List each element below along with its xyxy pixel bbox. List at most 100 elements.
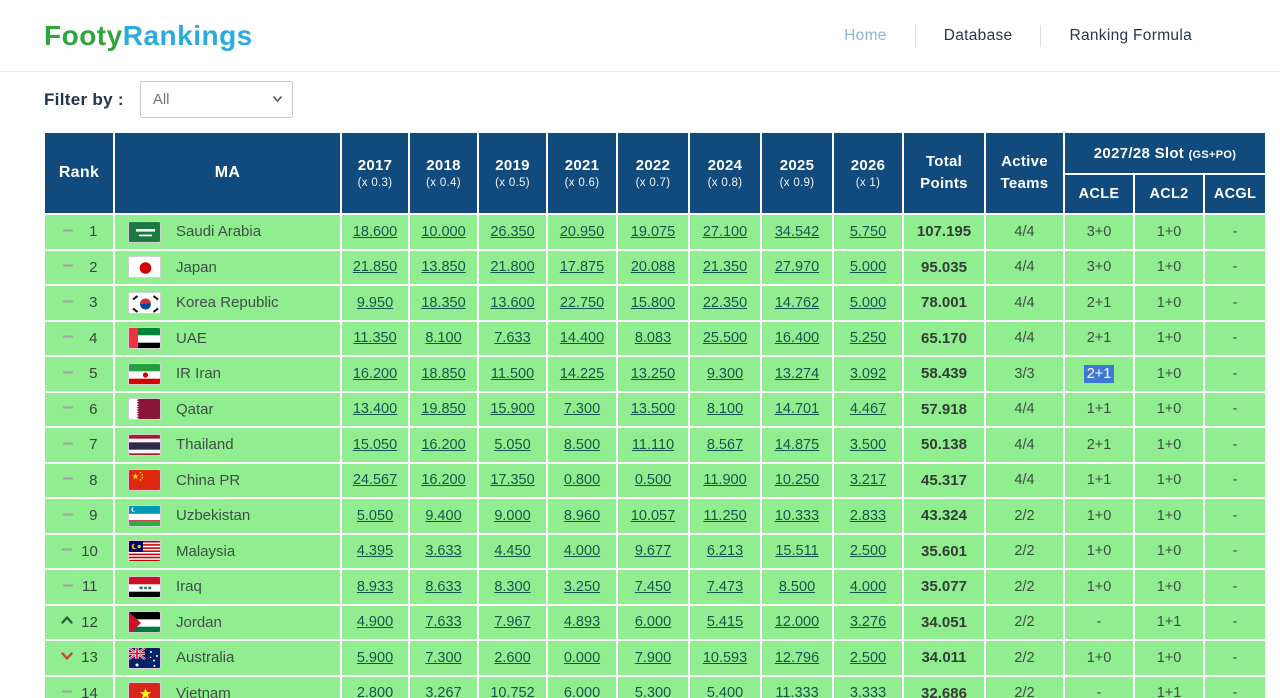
score-link[interactable]: 2.500 xyxy=(850,543,886,559)
score-link[interactable]: 0.000 xyxy=(564,650,600,666)
score-link[interactable]: 9.677 xyxy=(635,543,671,559)
score-link[interactable]: 0.500 xyxy=(635,472,671,488)
score-link[interactable]: 13.274 xyxy=(775,366,819,382)
score-link[interactable]: 7.300 xyxy=(425,650,461,666)
score-link[interactable]: 11.250 xyxy=(703,508,746,524)
score-link[interactable]: 16.200 xyxy=(421,472,465,488)
score-link[interactable]: 4.893 xyxy=(564,614,600,630)
score-link[interactable]: 4.450 xyxy=(494,543,530,559)
score-link[interactable]: 5.400 xyxy=(707,685,743,698)
score-link[interactable]: 4.000 xyxy=(564,543,600,559)
score-link[interactable]: 13.850 xyxy=(421,259,465,275)
score-link[interactable]: 20.088 xyxy=(631,259,675,275)
score-link[interactable]: 5.050 xyxy=(494,437,530,453)
score-link[interactable]: 10.333 xyxy=(775,508,819,524)
score-link[interactable]: 7.900 xyxy=(635,650,671,666)
score-link[interactable]: 7.633 xyxy=(494,330,530,346)
score-link[interactable]: 10.000 xyxy=(421,224,465,240)
score-link[interactable]: 9.950 xyxy=(357,295,393,311)
score-link[interactable]: 7.633 xyxy=(425,614,461,630)
score-link[interactable]: 14.762 xyxy=(775,295,819,311)
score-link[interactable]: 3.217 xyxy=(850,472,886,488)
score-link[interactable]: 11.110 xyxy=(632,437,674,453)
score-link[interactable]: 11.333 xyxy=(775,685,818,698)
score-link[interactable]: 22.350 xyxy=(703,295,747,311)
score-link[interactable]: 8.083 xyxy=(635,330,671,346)
score-link[interactable]: 27.100 xyxy=(703,224,747,240)
score-link[interactable]: 12.000 xyxy=(775,614,819,630)
score-link[interactable]: 34.542 xyxy=(775,224,819,240)
score-link[interactable]: 8.100 xyxy=(425,330,461,346)
score-link[interactable]: 4.395 xyxy=(357,543,393,559)
score-link[interactable]: 8.567 xyxy=(707,437,743,453)
nav-database[interactable]: Database xyxy=(916,21,1041,51)
score-link[interactable]: 6.213 xyxy=(707,543,743,559)
score-link[interactable]: 3.267 xyxy=(425,685,461,698)
score-link[interactable]: 5.300 xyxy=(635,685,671,698)
score-link[interactable]: 19.850 xyxy=(421,401,465,417)
score-link[interactable]: 8.300 xyxy=(494,579,530,595)
score-link[interactable]: 5.000 xyxy=(850,259,886,275)
score-link[interactable]: 17.350 xyxy=(490,472,534,488)
score-link[interactable]: 7.300 xyxy=(564,401,600,417)
score-link[interactable]: 13.400 xyxy=(353,401,397,417)
score-link[interactable]: 15.511 xyxy=(775,543,818,559)
score-link[interactable]: 3.333 xyxy=(850,685,886,698)
score-link[interactable]: 18.350 xyxy=(421,295,465,311)
nav-home[interactable]: Home xyxy=(816,21,915,51)
score-link[interactable]: 8.933 xyxy=(357,579,393,595)
score-link[interactable]: 5.050 xyxy=(357,508,393,524)
score-link[interactable]: 15.900 xyxy=(490,401,534,417)
score-link[interactable]: 3.633 xyxy=(425,543,461,559)
nav-ranking-formula[interactable]: Ranking Formula xyxy=(1041,21,1220,51)
score-link[interactable]: 21.850 xyxy=(353,259,397,275)
score-link[interactable]: 3.250 xyxy=(564,579,600,595)
score-link[interactable]: 6.000 xyxy=(564,685,600,698)
score-link[interactable]: 8.960 xyxy=(564,508,600,524)
score-link[interactable]: 4.000 xyxy=(850,579,886,595)
score-link[interactable]: 20.950 xyxy=(560,224,604,240)
score-link[interactable]: 5.900 xyxy=(357,650,393,666)
score-link[interactable]: 13.500 xyxy=(631,401,675,417)
score-link[interactable]: 7.450 xyxy=(635,579,671,595)
score-link[interactable]: 8.100 xyxy=(707,401,743,417)
score-link[interactable]: 11.350 xyxy=(353,330,396,346)
score-link[interactable]: 24.567 xyxy=(353,472,397,488)
score-link[interactable]: 2.833 xyxy=(850,508,886,524)
score-link[interactable]: 3.276 xyxy=(850,614,886,630)
score-link[interactable]: 25.500 xyxy=(703,330,747,346)
score-link[interactable]: 9.300 xyxy=(707,366,743,382)
score-link[interactable]: 6.000 xyxy=(635,614,671,630)
score-link[interactable]: 14.225 xyxy=(560,366,604,382)
score-link[interactable]: 2.800 xyxy=(357,685,393,698)
score-link[interactable]: 26.350 xyxy=(490,224,534,240)
score-link[interactable]: 9.400 xyxy=(425,508,461,524)
score-link[interactable]: 16.400 xyxy=(775,330,819,346)
score-link[interactable]: 7.473 xyxy=(707,579,743,595)
score-link[interactable]: 16.200 xyxy=(353,366,397,382)
score-link[interactable]: 27.970 xyxy=(775,259,819,275)
score-link[interactable]: 10.593 xyxy=(703,650,747,666)
score-link[interactable]: 10.057 xyxy=(631,508,675,524)
score-link[interactable]: 2.500 xyxy=(850,650,886,666)
score-link[interactable]: 13.600 xyxy=(490,295,534,311)
score-link[interactable]: 11.500 xyxy=(491,366,534,382)
score-link[interactable]: 3.092 xyxy=(850,366,886,382)
score-link[interactable]: 18.850 xyxy=(421,366,465,382)
score-link[interactable]: 18.600 xyxy=(353,224,397,240)
footyrankings-logo[interactable]: FootyRankings xyxy=(44,20,253,52)
filter-select[interactable]: All xyxy=(140,81,293,118)
score-link[interactable]: 12.796 xyxy=(775,650,819,666)
score-link[interactable]: 21.800 xyxy=(490,259,534,275)
score-link[interactable]: 11.900 xyxy=(703,472,746,488)
score-link[interactable]: 14.400 xyxy=(560,330,604,346)
score-link[interactable]: 17.875 xyxy=(560,259,604,275)
score-link[interactable]: 16.200 xyxy=(421,437,465,453)
score-link[interactable]: 19.075 xyxy=(631,224,675,240)
score-link[interactable]: 10.250 xyxy=(775,472,819,488)
score-link[interactable]: 5.000 xyxy=(850,295,886,311)
score-link[interactable]: 9.000 xyxy=(494,508,530,524)
score-link[interactable]: 4.900 xyxy=(357,614,393,630)
score-link[interactable]: 8.500 xyxy=(564,437,600,453)
score-link[interactable]: 2.600 xyxy=(494,650,530,666)
